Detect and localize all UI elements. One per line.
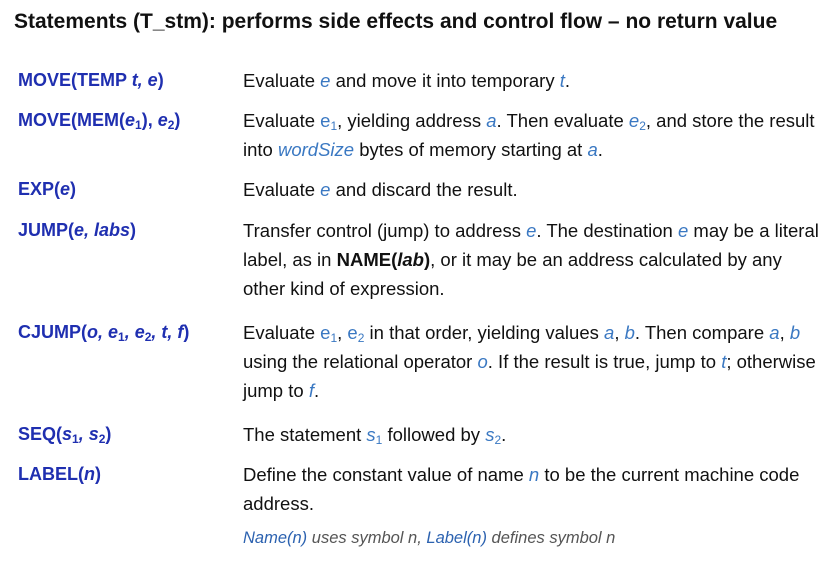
- desc-cjump: Evaluate e1, e2 in that order, yielding …: [243, 322, 816, 401]
- desc-move-temp: Evaluate e and move it into temporary t.: [243, 70, 571, 91]
- syntax-cjump: CJUMP(o, e1, e2, t, f): [18, 322, 190, 344]
- slide-title: Statements (T_stm): performs side effect…: [14, 10, 778, 33]
- desc-move-mem: Evaluate e1, yielding address a. Then ev…: [243, 110, 815, 160]
- desc-label: Define the constant value of name n to b…: [243, 464, 800, 514]
- syntax-move-mem: MOVE(MEM(e1), e2): [18, 110, 181, 132]
- slide: Statements (T_stm): performs side effect…: [0, 0, 834, 561]
- desc-jump: Transfer control (jump) to address e. Th…: [243, 220, 819, 299]
- desc-exp: Evaluate e and discard the result.: [243, 179, 518, 200]
- syntax-label: LABEL(n): [18, 464, 101, 484]
- syntax-exp: EXP(e): [18, 179, 77, 199]
- syntax-move-temp: MOVE(TEMP t, e): [18, 70, 164, 90]
- syntax-seq: SEQ(s1, s2): [18, 424, 112, 446]
- desc-seq: The statement s1 followed by s2.: [243, 424, 507, 447]
- footnote: Name(n) uses symbol n, Label(n) defines …: [243, 529, 616, 547]
- syntax-jump: JUMP(e, labs): [18, 220, 137, 240]
